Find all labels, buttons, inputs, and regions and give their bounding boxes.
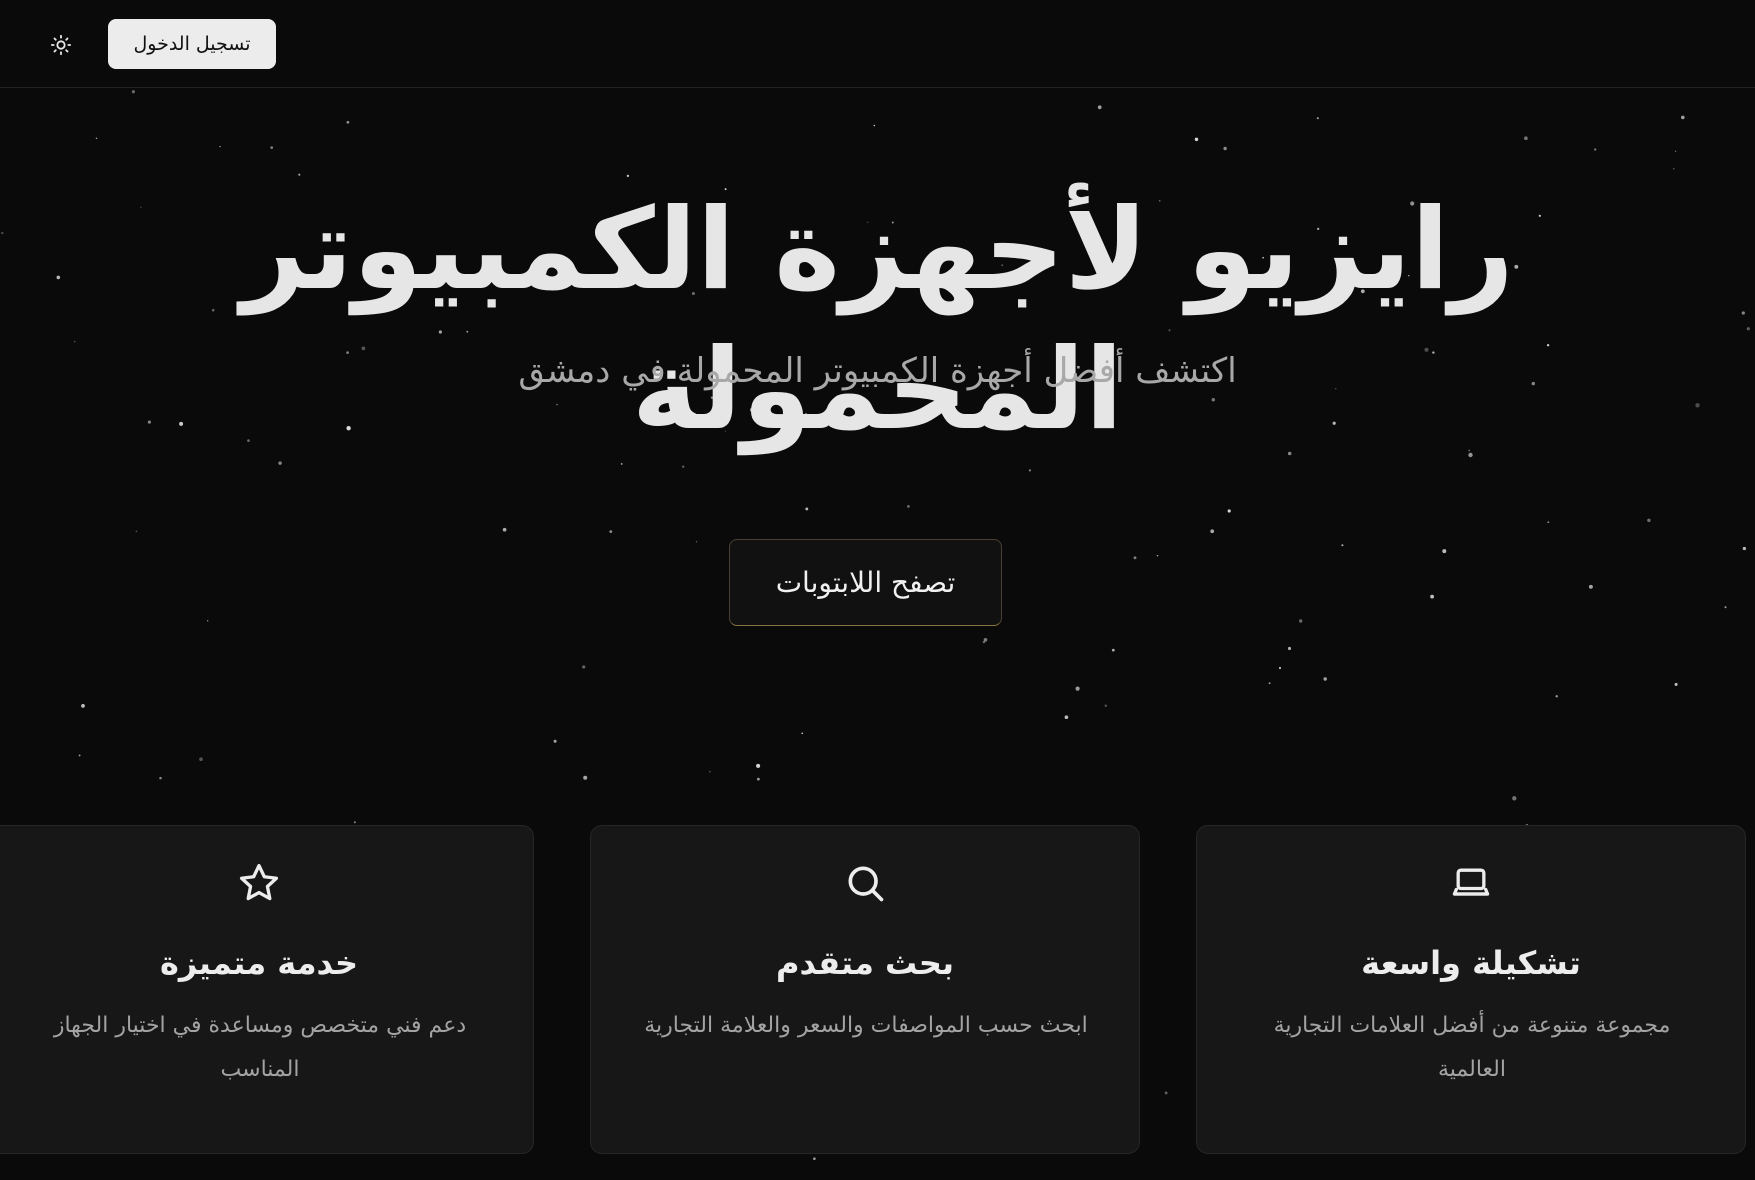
star-dot	[1547, 521, 1550, 524]
star-dot	[1674, 150, 1677, 153]
star-dot	[219, 146, 221, 148]
star-dot	[159, 776, 162, 780]
laptop-icon	[1452, 868, 1490, 896]
star-dot	[353, 821, 356, 824]
feature-title: تشكيلة واسعة	[1361, 944, 1581, 982]
star-dot	[502, 527, 507, 532]
star-dot	[1430, 594, 1434, 599]
feature-card-wide-selection: تشكيلة واسعة مجموعة متنوعة من أفضل العلا…	[1196, 825, 1746, 1154]
star-dot	[626, 174, 630, 178]
feature-card-premium-service: خدمة متميزة دعم فني متخصص ومساعدة في اخت…	[0, 825, 534, 1154]
star-dot	[1278, 666, 1282, 670]
star-dot	[1442, 549, 1447, 554]
star-icon	[239, 863, 279, 901]
star-dot	[78, 754, 81, 757]
star-dot	[609, 530, 613, 533]
feature-description: ابحث حسب المواصفات والسعر والعلامة التجا…	[644, 1013, 1088, 1038]
star-dot	[1097, 105, 1102, 110]
star-dot	[709, 771, 711, 773]
star-dot	[1674, 682, 1678, 686]
top-navigation-bar: تسجيل الدخول	[0, 0, 1755, 88]
star-dot	[1287, 646, 1292, 651]
star-dot	[681, 465, 685, 469]
star-dot	[873, 124, 876, 127]
star-dot	[1210, 529, 1215, 534]
star-dot	[553, 739, 557, 743]
star-dot	[1227, 509, 1231, 513]
sun-icon	[50, 34, 72, 56]
star-dot	[1588, 584, 1593, 589]
star-dot	[1223, 146, 1227, 151]
star-dot	[1512, 796, 1517, 801]
theme-toggle-button[interactable]	[40, 24, 82, 66]
star-dot	[620, 462, 623, 465]
star-dot	[81, 704, 85, 708]
star-dot	[813, 1157, 816, 1161]
star-dot	[1341, 544, 1344, 547]
star-dot	[1111, 648, 1115, 652]
star-dot	[1323, 677, 1327, 681]
star-dot	[1742, 546, 1747, 551]
star-dot	[1064, 715, 1069, 720]
star-dot	[270, 146, 274, 149]
hero-title: رايزيو لأجهزة الكمبيوتر المحمولة	[241, 185, 1514, 455]
star-dot	[583, 775, 588, 780]
star-dot	[1194, 137, 1199, 142]
star-dot	[983, 637, 988, 642]
star-dot	[1299, 619, 1303, 623]
star-dot	[1104, 704, 1108, 707]
star-dot	[582, 665, 586, 669]
star-dot	[1647, 518, 1651, 523]
feature-card-advanced-search: بحث متقدم ابحث حسب المواصفات والسعر والع…	[590, 825, 1140, 1154]
star-dot	[1075, 686, 1080, 691]
star-dot	[1133, 556, 1137, 560]
star-dot	[199, 757, 203, 761]
star-dot	[1316, 117, 1319, 120]
star-dot	[207, 620, 209, 622]
star-dot	[695, 541, 698, 543]
star-dot	[1156, 554, 1159, 557]
star-dot	[982, 640, 986, 644]
star-dot	[1028, 469, 1032, 472]
star-dot	[135, 530, 138, 533]
star-dot	[95, 137, 98, 139]
star-dot	[1724, 606, 1727, 609]
star-dot	[1268, 682, 1271, 685]
star-dot	[1672, 167, 1675, 170]
star-dot	[1555, 695, 1558, 698]
page: تسجيل الدخول رايزيو لأجهزة الكمبيوتر الم…	[0, 0, 1755, 1180]
search-icon	[848, 866, 884, 902]
star-dot	[907, 505, 910, 508]
star-dot	[756, 763, 761, 768]
star-dot	[805, 507, 809, 511]
star-dot	[298, 173, 301, 176]
browse-laptops-button[interactable]: تصفح اللابتوبات	[729, 539, 1002, 626]
feature-title: بحث متقدم	[776, 944, 954, 982]
star-dot	[756, 777, 760, 781]
feature-description: مجموعة متنوعة من أفضل العلامات التجارية …	[1273, 1013, 1671, 1082]
star-dot	[1594, 148, 1597, 151]
hero-subtitle: اكتشف أفضل أجهزة الكمبيوتر المحمولة في د…	[518, 351, 1237, 391]
star-dot	[131, 90, 135, 94]
login-button[interactable]: تسجيل الدخول	[108, 19, 276, 69]
star-dot	[278, 461, 282, 465]
star-dot	[1524, 136, 1528, 141]
star-dot	[801, 732, 804, 735]
star-dot	[346, 120, 350, 124]
feature-title: خدمة متميزة	[159, 944, 359, 982]
star-dot	[1680, 115, 1685, 120]
feature-description: دعم فني متخصص ومساعدة في اختيار الجهاز ا…	[53, 1013, 467, 1082]
star-dot	[1164, 1091, 1168, 1095]
